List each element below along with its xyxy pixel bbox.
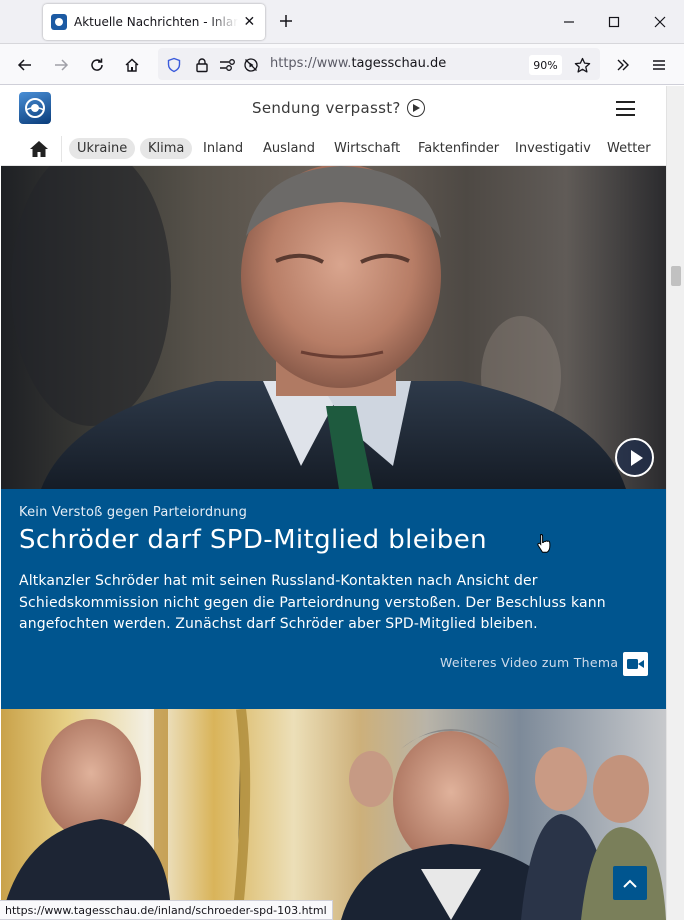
teaser-kicker: Kein Verstoß gegen Parteiordnung	[19, 505, 248, 520]
browser-tab-bar: Aktuelle Nachrichten - Inland Ausland Wi…	[0, 0, 684, 44]
nav-item-ukraine[interactable]: Ukraine	[69, 138, 136, 159]
page-viewport: Sendung verpasst? Ukraine Klima Inland A…	[1, 86, 666, 920]
nav-item-wirtschaft[interactable]: Wirtschaft	[334, 138, 400, 159]
page-scrollbar[interactable]	[666, 86, 684, 920]
sendung-verpasst-link[interactable]: Sendung verpasst?	[252, 99, 425, 117]
second-article-photo-illustration	[1, 709, 666, 920]
close-window-icon[interactable]	[650, 12, 670, 32]
nav-item-faktenfinder[interactable]: Faktenfinder	[418, 138, 499, 159]
tab-title: Aktuelle Nachrichten - Inland Ausland Wi…	[74, 15, 238, 29]
tracking-protection-shield-icon[interactable]	[165, 56, 183, 74]
bookmark-star-icon[interactable]	[573, 56, 591, 74]
link-status-bar: https://www.tagesschau.de/inland/schroed…	[0, 900, 333, 920]
scrollbar-thumb[interactable]	[671, 266, 681, 286]
app-menu-icon[interactable]	[648, 54, 670, 76]
reload-icon[interactable]	[86, 54, 108, 76]
zoom-level-badge[interactable]: 90%	[529, 55, 562, 75]
main-navigation: Ukraine Klima Inland Ausland Wirtschaft …	[1, 132, 666, 166]
video-play-button[interactable]	[615, 438, 654, 477]
back-to-top-button[interactable]	[613, 866, 647, 900]
sendung-verpasst-label: Sendung verpasst?	[252, 99, 401, 117]
second-article-image[interactable]	[1, 709, 666, 920]
browser-tab-active[interactable]: Aktuelle Nachrichten - Inland Ausland Wi…	[43, 4, 265, 40]
teaser-box[interactable]: Kein Verstoß gegen Parteiordnung Schröde…	[1, 489, 666, 709]
site-header: Sendung verpasst?	[1, 86, 666, 132]
hero-image[interactable]	[1, 166, 666, 489]
maximize-window-icon[interactable]	[604, 12, 624, 32]
url-text[interactable]: https://www.tagesschau.de	[270, 56, 446, 71]
teaser-headline[interactable]: Schröder darf SPD-Mitglied bleiben	[19, 525, 487, 555]
hero-portrait-illustration	[11, 166, 626, 489]
autoplay-blocked-icon[interactable]	[242, 56, 260, 74]
padlock-icon[interactable]	[193, 56, 211, 74]
home-icon[interactable]	[29, 140, 49, 158]
play-icon	[406, 99, 425, 117]
nav-item-investigativ[interactable]: Investigativ	[515, 138, 591, 159]
nav-item-ausland[interactable]: Ausland	[263, 138, 315, 159]
nav-divider	[61, 136, 62, 162]
tagesschau-logo[interactable]	[19, 92, 51, 124]
chevron-up-icon	[623, 879, 637, 888]
teaser-text: Altkanzler Schröder hat mit seinen Russl…	[19, 573, 606, 632]
forward-arrow-icon[interactable]	[50, 54, 72, 76]
nav-item-klima[interactable]: Klima	[140, 138, 193, 159]
browser-toolbar: https://www.tagesschau.de 90%	[0, 44, 684, 85]
minimize-window-icon[interactable]	[559, 12, 579, 32]
home-page-icon[interactable]	[121, 54, 143, 76]
hamburger-menu-icon[interactable]	[616, 101, 635, 116]
overflow-chevrons-icon[interactable]	[612, 54, 634, 76]
nav-item-inland[interactable]: Inland	[203, 138, 243, 159]
permissions-icon[interactable]	[219, 56, 237, 74]
tagesschau-favicon-icon	[51, 14, 67, 30]
url-bar[interactable]: https://www.tagesschau.de 90%	[158, 48, 600, 80]
video-camera-icon[interactable]	[623, 652, 648, 676]
close-tab-icon[interactable]: ✕	[242, 14, 257, 30]
back-arrow-icon[interactable]	[14, 54, 36, 76]
new-tab-icon[interactable]	[276, 11, 296, 31]
hand-cursor-icon	[537, 533, 551, 553]
nav-item-wetter[interactable]: Wetter	[607, 138, 651, 159]
more-video-link[interactable]: Weiteres Video zum Thema	[440, 655, 618, 670]
